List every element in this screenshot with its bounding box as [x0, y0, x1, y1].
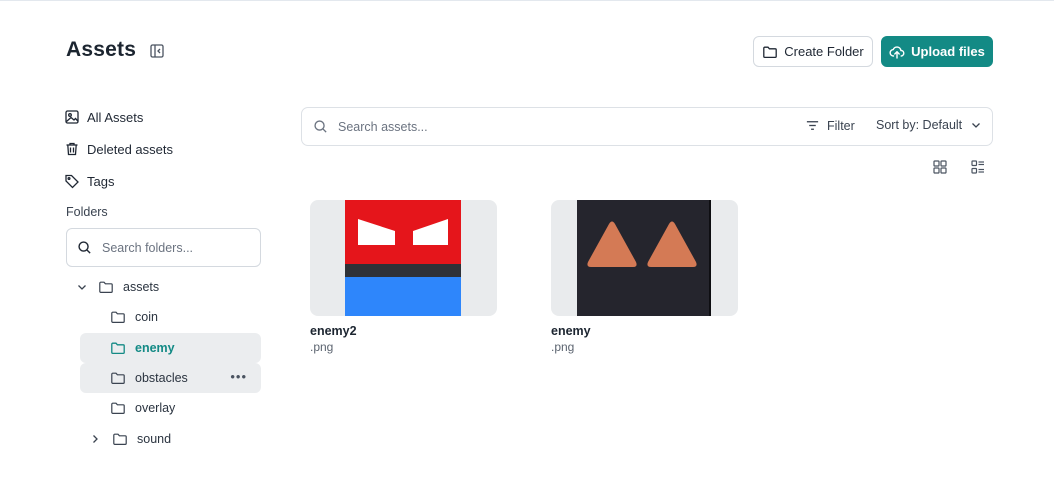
folders-heading: Folders — [66, 205, 108, 219]
folder-icon — [111, 402, 125, 414]
folder-enemy[interactable]: enemy — [80, 333, 261, 363]
folder-icon — [763, 46, 778, 58]
folder-label: overlay — [135, 401, 176, 415]
asset-name: enemy — [551, 324, 591, 338]
filter-label: Filter — [827, 118, 855, 133]
top-border — [0, 0, 1054, 1]
sort-label: Sort by: Default — [876, 118, 963, 132]
folder-icon — [111, 311, 125, 323]
folder-search-box[interactable] — [66, 228, 261, 267]
asset-name: enemy2 — [310, 324, 357, 338]
asset-thumbnail[interactable] — [551, 200, 738, 316]
folder-overlay[interactable]: overlay — [80, 393, 261, 423]
asset-card-enemy2[interactable]: enemy2 .png — [310, 200, 497, 354]
filter-button[interactable]: Filter — [805, 118, 855, 133]
more-options-icon[interactable]: ••• — [230, 370, 247, 383]
asset-thumbnail[interactable] — [310, 200, 497, 316]
folder-icon — [113, 433, 127, 445]
search-icon — [78, 241, 91, 254]
sidebar-item-tags[interactable]: Tags — [64, 171, 114, 191]
enemy-sprite-image — [577, 200, 711, 316]
folder-sound[interactable]: sound — [89, 424, 261, 454]
folder-label: sound — [137, 432, 172, 446]
sidebar-item-deleted-assets[interactable]: Deleted assets — [64, 139, 173, 159]
cloud-upload-icon — [889, 45, 905, 59]
sidebar-collapse-icon[interactable] — [149, 43, 165, 59]
folder-label: coin — [135, 310, 158, 324]
folder-label: assets — [123, 280, 160, 294]
sidebar-item-label: Tags — [87, 173, 115, 189]
upload-files-label: Upload files — [911, 44, 985, 59]
page-title: Assets — [66, 38, 137, 61]
asset-card-enemy[interactable]: enemy .png — [551, 200, 738, 354]
sort-dropdown[interactable]: Sort by: Default — [876, 118, 982, 132]
folder-coin[interactable]: coin — [80, 302, 261, 332]
chevron-down-icon[interactable] — [76, 281, 88, 293]
sidebar-item-label: Deleted assets — [87, 141, 173, 157]
asset-search-bar[interactable]: Filter Sort by: Default — [301, 107, 993, 146]
sidebar-item-label: All Assets — [87, 109, 144, 125]
asset-extension: .png — [551, 340, 575, 354]
image-icon — [65, 110, 79, 124]
folder-label: enemy — [135, 341, 175, 355]
search-icon — [314, 120, 327, 133]
folder-label: obstacles — [135, 371, 188, 385]
create-folder-label: Create Folder — [784, 44, 864, 59]
folder-assets[interactable]: assets — [76, 272, 262, 302]
sidebar-item-all-assets[interactable]: All Assets — [64, 107, 143, 127]
list-view-icon[interactable] — [970, 159, 986, 175]
folder-search-input[interactable] — [102, 240, 242, 255]
folder-icon — [111, 342, 125, 355]
asset-extension: .png — [310, 340, 334, 354]
asset-search-input[interactable] — [338, 119, 758, 134]
tag-icon — [65, 174, 79, 189]
filter-icon — [806, 121, 819, 130]
create-folder-button[interactable]: Create Folder — [753, 36, 873, 67]
folder-obstacles[interactable]: obstacles ••• — [80, 363, 261, 393]
enemy2-sprite-image — [345, 200, 461, 316]
trash-icon — [66, 142, 78, 156]
folder-icon — [111, 372, 125, 384]
upload-files-button[interactable]: Upload files — [881, 36, 993, 67]
chevron-down-icon — [972, 123, 981, 128]
folder-icon — [99, 281, 113, 293]
grid-view-icon[interactable] — [932, 159, 948, 175]
chevron-right-icon[interactable] — [89, 433, 101, 445]
